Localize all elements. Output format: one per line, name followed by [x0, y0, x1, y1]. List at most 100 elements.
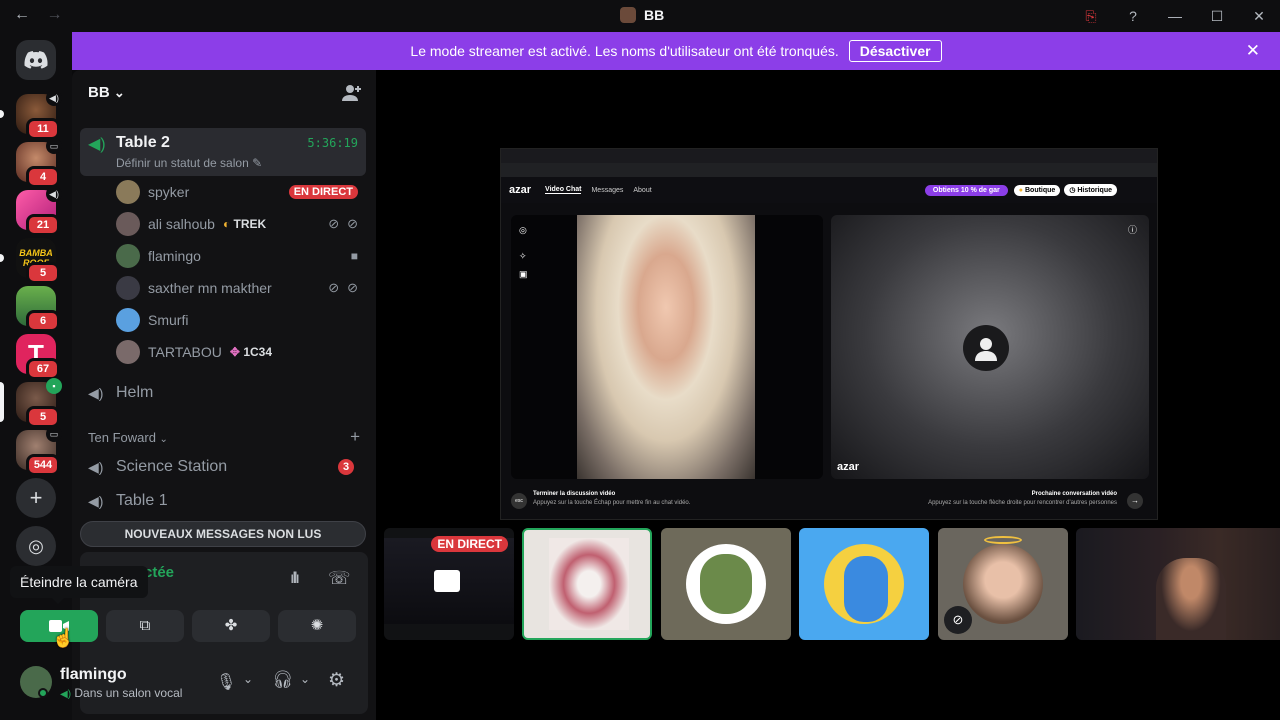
streamer-mode-banner: Le mode streamer est activé. Les noms d'… — [72, 32, 1280, 70]
video-person — [577, 215, 755, 479]
focused-stream[interactable]: azar Video Chat Messages About Obtiens 1… — [500, 148, 1158, 520]
close-window-button[interactable]: ✕ — [1238, 8, 1280, 25]
server-icon[interactable]: ▭ 544 — [16, 426, 62, 476]
voice-channel-table-1[interactable]: ◀) Table 1 — [80, 490, 366, 512]
new-unread-messages-button[interactable]: NOUVEAUX MESSAGES NON LUS — [80, 521, 366, 547]
add-server-button[interactable]: + — [16, 478, 56, 518]
server-icon[interactable]: ▭ 4 — [16, 138, 62, 188]
microphone-icon[interactable]: 🎙︎ — [216, 672, 236, 692]
headphones-icon[interactable]: 🎧︎ — [272, 670, 294, 690]
disconnect-icon[interactable]: ☏ — [328, 568, 351, 589]
mention-badge: 21 — [26, 214, 60, 236]
avatar — [116, 180, 140, 204]
voice-user-name: Smurfi — [148, 312, 189, 328]
participant-tile[interactable] — [522, 528, 652, 640]
remote-video: ⓘ azar — [831, 215, 1149, 479]
participant-tile[interactable] — [1076, 528, 1280, 640]
speaker-icon: ◀) — [46, 186, 62, 202]
voice-channel-table-2[interactable]: ◀) Table 2 Définir un statut de salon ✎ … — [80, 128, 366, 176]
server-icon[interactable]: BAMBAROOF 5 — [16, 238, 60, 284]
shop-label: Boutique — [1024, 186, 1056, 194]
channel-name: Table 1 — [116, 492, 168, 509]
minimize-button[interactable]: — — [1154, 8, 1196, 24]
participant-tile[interactable] — [661, 528, 791, 640]
user-name[interactable]: flamingo — [60, 666, 127, 684]
soundboard-icon: ✺ — [310, 617, 324, 634]
shop-pill: ● Boutique — [1013, 184, 1061, 196]
speaker-icon: ◀) — [88, 492, 104, 509]
voice-user-row[interactable]: ali salhoub ◐ TREK ⊘ ⊘ — [116, 210, 366, 238]
user-placeholder-icon — [963, 325, 1009, 371]
mic-muted-icon: ⊘ — [328, 280, 340, 295]
add-channel-icon[interactable]: + — [350, 427, 360, 447]
forward-arrow-icon[interactable]: → — [46, 6, 62, 23]
close-icon[interactable]: ✕ — [1246, 41, 1260, 61]
disable-streamer-button[interactable]: Désactiver — [848, 40, 942, 62]
participant-tile[interactable] — [799, 528, 929, 640]
chevron-down-icon[interactable]: ⌄ — [243, 672, 253, 686]
voice-channel-science-station[interactable]: ◀) Science Station 3 — [80, 456, 366, 478]
avatar — [116, 340, 140, 364]
channel-name: Helm — [116, 384, 154, 401]
selected-pill — [0, 382, 4, 422]
voice-channel-helm[interactable]: ◀) Helm — [80, 382, 366, 404]
explore-icon[interactable]: ◎ — [16, 526, 56, 566]
next-chat-subtitle: Appuyez sur la touche flèche droite pour… — [928, 500, 1117, 506]
back-arrow-icon[interactable]: ← — [14, 6, 30, 23]
chevron-down-icon[interactable]: ⌄ — [300, 672, 310, 686]
channel-status[interactable]: Définir un statut de salon ✎ — [116, 156, 262, 170]
voice-user-row[interactable]: TARTABOU ✥ 1C34 — [116, 338, 366, 366]
mention-badge: 4 — [26, 166, 60, 188]
speaker-icon: ◀) — [88, 458, 104, 475]
stream-footer: esc Terminer la discussion vidéo Appuyez… — [501, 485, 1157, 519]
end-chat-subtitle: Appuyez sur la touche Échap pour mettre … — [533, 500, 691, 506]
category-ten-foward[interactable]: Ten Foward ⌄ + — [88, 427, 360, 447]
server-icon[interactable]: T 67 — [16, 334, 60, 380]
voice-user-row[interactable]: Smurfi — [116, 306, 366, 334]
title-bar: ← → BB ⎘ ? — ☐ ✕ — [0, 0, 1280, 32]
video-person — [1156, 558, 1226, 640]
voice-connected-status[interactable]: ctée — [144, 564, 174, 581]
screen-share-button[interactable]: ⧉ — [106, 610, 184, 642]
invite-people-icon[interactable] — [342, 84, 362, 107]
discord-home-icon[interactable] — [16, 40, 56, 80]
channel-status-text: Définir un statut de salon — [116, 156, 249, 170]
avatar — [549, 538, 629, 630]
speaker-icon: ◀) — [88, 136, 106, 153]
end-chat-title: Terminer la discussion vidéo — [533, 491, 616, 497]
camera-tooltip: Éteindre la caméra — [10, 566, 148, 598]
voice-user-row[interactable]: saxther mn makther ⊘ ⊘ — [116, 274, 366, 302]
maximize-button[interactable]: ☐ — [1196, 8, 1238, 25]
server-icon[interactable]: ◀) 21 — [16, 186, 62, 236]
inbox-icon[interactable]: ⎘ — [1070, 8, 1112, 25]
clan-tag-text: 1C34 — [243, 345, 272, 359]
gear-icon[interactable]: ⚙ — [328, 669, 345, 692]
voice-user-row[interactable]: flamingo ■ — [116, 242, 366, 270]
magic-icon: ✧ — [519, 251, 527, 261]
tooltip-arrow — [52, 598, 64, 604]
camera-icon: ▣ — [519, 269, 528, 279]
server-avatar-icon — [620, 7, 636, 23]
nav-about: About — [633, 186, 652, 194]
local-video: ◎ ✧ ▣ — [511, 215, 823, 479]
participant-tile[interactable]: ⊘ — [938, 528, 1068, 640]
server-icon[interactable]: ▪ 5 — [16, 378, 62, 428]
server-icon[interactable]: 6 — [16, 286, 60, 332]
nav-messages: Messages — [591, 186, 624, 194]
soundboard-button[interactable]: ✺ — [278, 610, 356, 642]
live-badge: EN DIRECT — [431, 536, 508, 552]
participant-tile-stream[interactable]: EN DIRECT — [384, 528, 514, 640]
speaker-icon: ◀) — [88, 384, 104, 401]
screen-share-icon: ▭ — [46, 138, 62, 154]
unread-pill — [0, 110, 4, 118]
noise-suppression-icon[interactable]: ıllı — [290, 570, 300, 588]
activities-button[interactable]: ✤ — [192, 610, 270, 642]
avatar — [116, 244, 140, 268]
server-icon[interactable]: ◀) 11 — [16, 90, 62, 140]
voice-user-row[interactable]: spyker EN DIRECT — [116, 178, 366, 206]
clan-tag-text: TREK — [233, 217, 267, 231]
server-header[interactable]: BB ⌄ — [88, 84, 125, 101]
help-icon[interactable]: ? — [1112, 8, 1154, 24]
clan-tag: ◐ TREK — [222, 217, 267, 231]
screen-share-icon — [434, 570, 460, 592]
